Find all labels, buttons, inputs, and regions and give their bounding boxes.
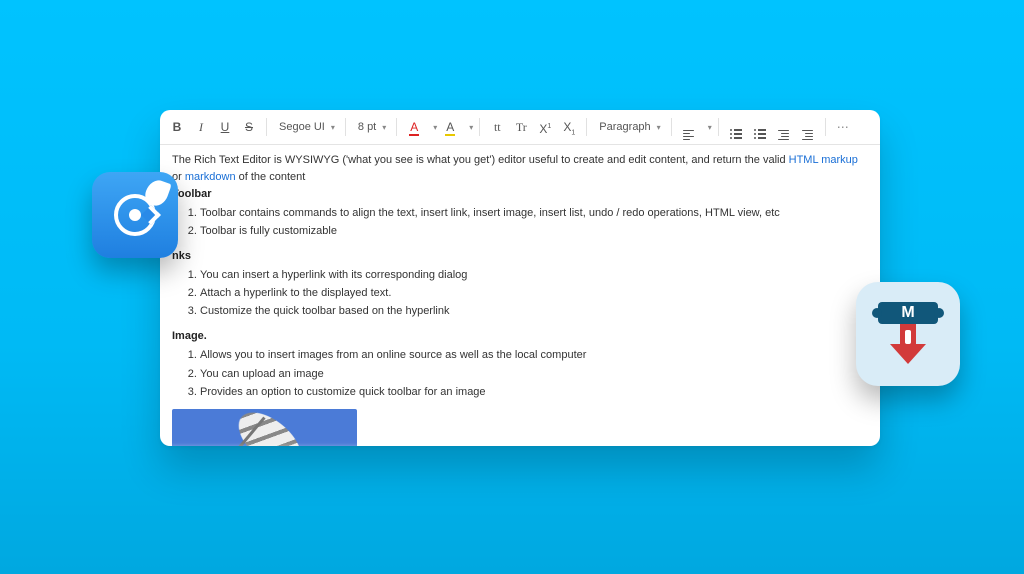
markdown-download-icon: M: [876, 298, 940, 370]
toolbar-separator: [718, 118, 719, 136]
blazor-app-icon: [92, 172, 178, 258]
subscript-button[interactable]: X1: [558, 115, 580, 139]
uppercase-button[interactable]: Tr: [510, 115, 532, 139]
chevron-down-icon[interactable]: ▾: [469, 123, 473, 132]
unordered-list-button[interactable]: [749, 115, 771, 139]
toolbar-separator: [671, 118, 672, 136]
editor-toolbar: B I U S Segoe UI ▾ 8 pt ▾ A ▾ A ▾ tt Tr …: [160, 110, 880, 145]
font-family-value: Segoe UI: [279, 121, 325, 133]
ordered-list-button[interactable]: [725, 115, 747, 139]
list-item: You can upload an image: [200, 366, 868, 383]
paragraph-format-value: Paragraph: [599, 121, 650, 133]
list-item: Customize the quick toolbar based on the…: [200, 303, 868, 320]
html-markup-link[interactable]: HTML markup: [789, 154, 858, 166]
toolbar-separator: [479, 118, 480, 136]
chevron-down-icon: ▾: [657, 123, 661, 132]
list-item: Provides an option to customize quick to…: [200, 384, 868, 401]
editor-content[interactable]: The Rich Text Editor is WYSIWYG ('what y…: [160, 144, 880, 446]
chevron-down-icon: ▾: [382, 123, 386, 132]
font-family-dropdown[interactable]: Segoe UI ▾: [273, 115, 339, 139]
image-feature-list: Allows you to insert images from an onli…: [172, 347, 868, 400]
chevron-down-icon: ▾: [331, 123, 335, 132]
italic-button[interactable]: I: [190, 115, 212, 139]
toolbar-separator: [396, 118, 397, 136]
chevron-down-icon[interactable]: ▾: [433, 123, 437, 132]
paragraph-format-dropdown[interactable]: Paragraph ▾: [593, 115, 664, 139]
rich-text-editor-panel: B I U S Segoe UI ▾ 8 pt ▾ A ▾ A ▾ tt Tr …: [160, 110, 880, 446]
toolbar-feature-list: Toolbar contains commands to align the t…: [172, 205, 868, 240]
list-item: Toolbar is fully customizable: [200, 223, 868, 240]
toolbar-separator: [586, 118, 587, 136]
inserted-image[interactable]: [172, 409, 357, 446]
font-size-dropdown[interactable]: 8 pt ▾: [352, 115, 390, 139]
font-size-value: 8 pt: [358, 121, 376, 133]
toolbar-separator: [266, 118, 267, 136]
indent-button[interactable]: [797, 115, 819, 139]
lowercase-button[interactable]: tt: [486, 115, 508, 139]
align-left-button[interactable]: [678, 115, 700, 139]
section-heading-image: Image.: [172, 330, 207, 342]
underline-button[interactable]: U: [214, 115, 236, 139]
section-heading-links: nks: [172, 250, 191, 262]
toolbar-overflow-button[interactable]: ⋯: [832, 115, 854, 139]
list-item: Allows you to insert images from an onli…: [200, 347, 868, 364]
list-item: You can insert a hyperlink with its corr…: [200, 267, 868, 284]
at-flame-icon: [108, 188, 162, 242]
toolbar-separator: [825, 118, 826, 136]
highlight-color-button[interactable]: A: [439, 115, 461, 139]
font-color-button[interactable]: A: [403, 115, 425, 139]
list-item: Toolbar contains commands to align the t…: [200, 205, 868, 222]
strikethrough-button[interactable]: S: [238, 115, 260, 139]
toolbar-separator: [345, 118, 346, 136]
bold-button[interactable]: B: [166, 115, 188, 139]
markdown-app-icon: M: [856, 282, 960, 386]
list-item: Attach a hyperlink to the displayed text…: [200, 285, 868, 302]
superscript-button[interactable]: X1: [534, 115, 556, 139]
links-feature-list: You can insert a hyperlink with its corr…: [172, 267, 868, 320]
intro-paragraph: The Rich Text Editor is WYSIWYG ('what y…: [172, 152, 868, 186]
markdown-link[interactable]: markdown: [185, 171, 236, 183]
outdent-button[interactable]: [773, 115, 795, 139]
chevron-down-icon[interactable]: ▾: [708, 123, 712, 132]
